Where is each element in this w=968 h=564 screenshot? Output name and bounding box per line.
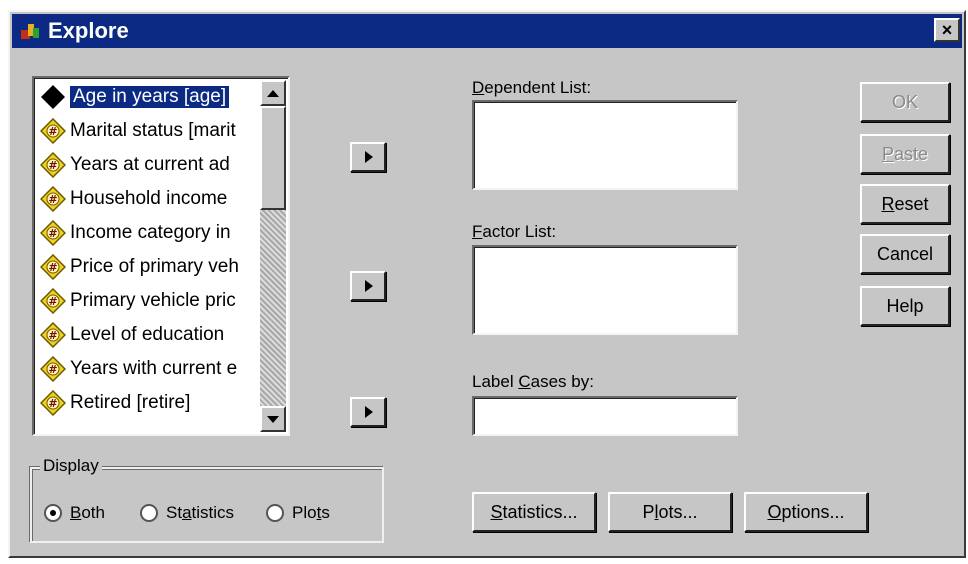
variable-label: Income category in [70,222,231,243]
ordinal-variable-icon: # [40,152,66,178]
reset-button[interactable]: Reset [860,184,950,224]
scale-diamond-icon [41,85,65,109]
factor-list-box[interactable] [472,245,738,335]
ordinal-variable-icon: # [40,356,66,382]
ordinal-variable-icon: # [40,390,66,416]
variable-list-item[interactable]: # Years at current ad [36,148,264,182]
explore-app-icon [21,24,39,39]
variable-label: Price of primary veh [70,256,239,277]
variable-label: Household income [70,188,228,209]
svg-text:#: # [48,295,57,308]
variable-list-item[interactable]: # Retired [retire] [36,386,264,420]
radio-selected-icon [44,504,62,522]
radio-unselected-icon [266,504,284,522]
factor-list-label: Factor List: [472,222,557,241]
svg-text:#: # [48,125,57,138]
title-bar: Explore × [12,14,962,48]
display-plots-label: Plots [292,503,330,522]
label-cases-label: Label Cases by: [472,372,594,391]
dependent-list-box[interactable] [472,100,738,190]
close-button[interactable]: × [934,18,960,42]
variable-list-scrollbar[interactable] [260,80,286,432]
ordinal-variable-icon: # [40,118,66,144]
scroll-up-button[interactable] [260,80,286,106]
ok-button[interactable]: OK [860,82,950,122]
move-to-factor-button[interactable] [350,271,386,301]
scroll-thumb[interactable] [260,106,286,210]
explore-dialog: Explore × Age in years [age] # Marital sta… [8,10,966,558]
variable-list-item[interactable]: # Primary vehicle pric [36,284,264,318]
cancel-button[interactable]: Cancel [860,234,950,274]
variable-list-item[interactable]: # Price of primary veh [36,250,264,284]
variable-label: Retired [retire] [70,392,191,413]
svg-text:#: # [48,329,57,342]
ordinal-variable-icon: # [40,288,66,314]
move-to-label-cases-button[interactable] [350,397,386,427]
variable-list-item[interactable]: # Marital status [marit [36,114,264,148]
svg-text:#: # [48,227,57,240]
variable-list-item[interactable]: # Household income [36,182,264,216]
move-to-dependent-button[interactable] [350,142,386,172]
ordinal-variable-icon: # [40,254,66,280]
display-plots-radio[interactable]: Plots [266,503,330,523]
ordinal-variable-icon: # [40,322,66,348]
display-group-legend: Display [40,456,102,476]
display-both-radio[interactable]: Both [44,503,105,523]
paste-button[interactable]: Paste [860,134,950,174]
scroll-down-arrow-icon [267,416,279,423]
dependent-list-label: Dependent List: [472,78,592,97]
variable-label: Primary vehicle pric [70,290,236,311]
scroll-up-arrow-icon [267,90,279,97]
display-statistics-radio[interactable]: Statistics [140,503,234,523]
svg-text:#: # [48,193,57,206]
radio-unselected-icon [140,504,158,522]
scroll-down-button[interactable] [260,406,286,432]
variable-label: Years at current ad [70,154,230,175]
variable-label: Age in years [age] [70,86,230,108]
help-button[interactable]: Help [860,286,950,326]
svg-text:#: # [48,261,57,274]
label-cases-field[interactable] [472,396,738,436]
variable-list-item[interactable]: # Years with current e [36,352,264,386]
window-title: Explore [48,18,129,43]
svg-text:#: # [48,397,57,410]
svg-text:#: # [48,363,57,376]
svg-text:#: # [48,159,57,172]
statistics-button[interactable]: Statistics... [472,492,596,532]
ordinal-variable-icon: # [40,186,66,212]
variable-list-item[interactable]: Age in years [age] [36,80,264,114]
variable-list-item[interactable]: # Level of education [36,318,264,352]
options-button[interactable]: Options... [744,492,868,532]
variable-list-item[interactable]: # Income category in [36,216,264,250]
source-variable-list[interactable]: Age in years [age] # Marital status [marit… [32,76,290,436]
variable-label: Years with current e [70,358,238,379]
display-both-label: Both [70,503,105,522]
display-statistics-label: Statistics [166,503,235,522]
ordinal-variable-icon: # [40,220,66,246]
plots-button[interactable]: Pl ots... [608,492,732,532]
variable-items: Age in years [age] # Marital status [marit… [36,80,264,420]
close-icon: × [941,20,953,40]
variable-label: Marital status [marit [70,120,236,141]
display-group: Display Both Statistics Plots [30,456,384,543]
variable-label: Level of education [70,324,225,345]
